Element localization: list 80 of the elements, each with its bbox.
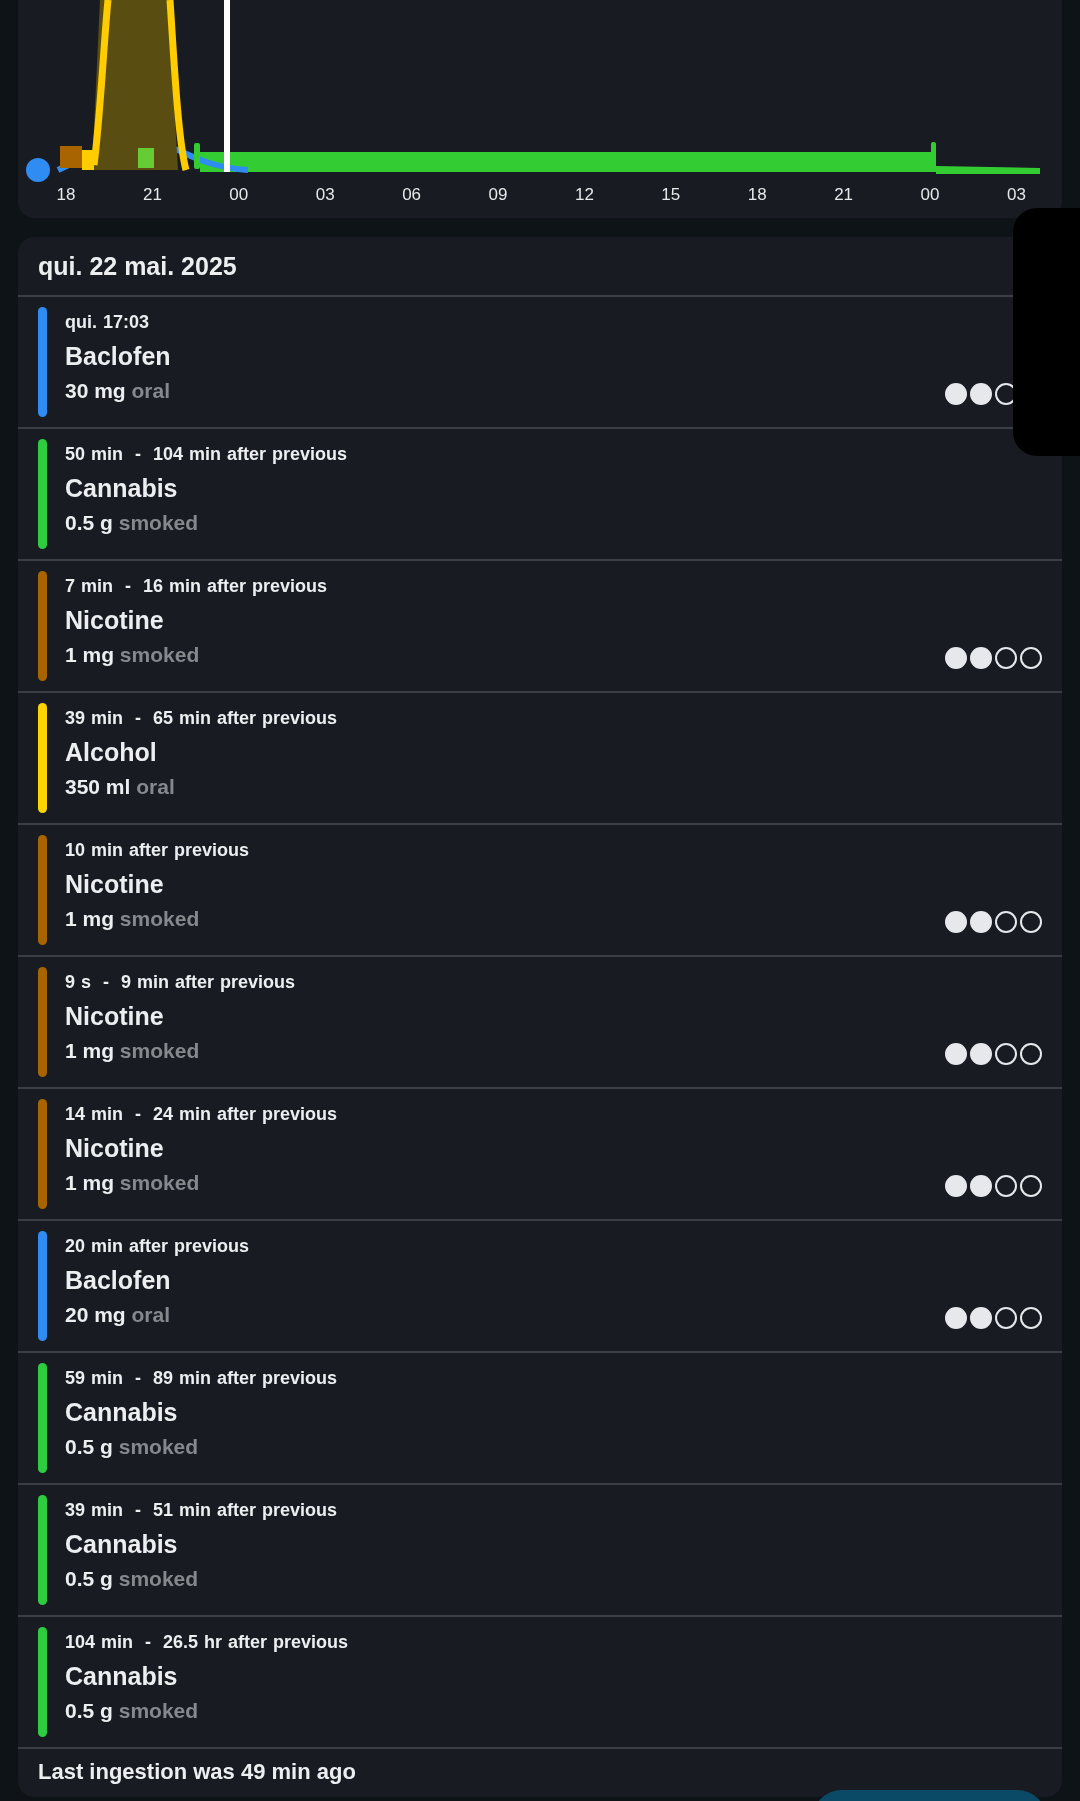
axis-label: 03 — [315, 185, 335, 204]
rating-dot — [970, 647, 992, 669]
route: oral — [131, 379, 171, 402]
route: smoked — [118, 511, 199, 534]
substance-name: Nicotine — [65, 1133, 165, 1164]
rating-dot — [970, 911, 992, 933]
ingestion-time: 9 s - 9 min after previous — [65, 971, 297, 994]
dose: 1 mg — [65, 643, 114, 666]
substance-name: Alcohol — [65, 737, 158, 768]
route: smoked — [119, 1171, 200, 1194]
route: smoked — [119, 1039, 200, 1062]
day-header: qui. 22 mai. 2025 — [37, 251, 238, 282]
route: smoked — [118, 1699, 199, 1722]
dose: 0.5 g — [65, 1567, 113, 1590]
rating-dot — [995, 1175, 1017, 1197]
rating-dot — [1020, 911, 1042, 933]
axis-label: 21 — [834, 185, 854, 204]
axis-label: 09 — [488, 185, 508, 204]
rating-dot — [970, 1043, 992, 1065]
ingestion-time: 14 min - 24 min after previous — [65, 1103, 339, 1126]
rating-dot — [1020, 1175, 1042, 1197]
substance-name: Baclofen — [65, 341, 172, 372]
rating-dot — [970, 1307, 992, 1329]
axis-label: 06 — [402, 185, 422, 204]
dose: 1 mg — [65, 1039, 114, 1062]
axis-label: 12 — [574, 185, 594, 204]
dose: 20 mg — [65, 1303, 126, 1326]
route: smoked — [118, 1435, 199, 1458]
rating-dot — [995, 1043, 1017, 1065]
dose: 30 mg — [65, 379, 126, 402]
dose: 350 ml — [65, 775, 131, 798]
rating-dot — [970, 383, 992, 405]
route: oral — [136, 775, 175, 798]
dose: 0.5 g — [65, 1699, 113, 1722]
rating-dot — [945, 1175, 967, 1197]
axis-label: 18 — [56, 185, 76, 204]
ingestion-time: 39 min - 65 min after previous — [65, 707, 339, 730]
rating-dot — [945, 911, 967, 933]
substance-name: Nicotine — [65, 1001, 165, 1032]
rating-dot — [1020, 647, 1042, 669]
rating-dot — [1020, 1043, 1042, 1065]
route: oral — [131, 1303, 171, 1326]
ingestion-time: 39 min - 51 min after previous — [65, 1499, 339, 1522]
rating-dot — [970, 1175, 992, 1197]
ingestion-time: 20 min after previous — [65, 1235, 251, 1258]
route: smoked — [119, 907, 200, 930]
rating-dot — [945, 1043, 967, 1065]
rating-dot — [945, 383, 967, 405]
axis-label: 15 — [661, 185, 681, 204]
rating-dot — [995, 911, 1017, 933]
dose: 0.5 g — [65, 1435, 113, 1458]
axis-label: 00 — [920, 185, 940, 204]
axis-label: 21 — [142, 185, 162, 204]
ingestion-time: 104 min - 26.5 hr after previous — [65, 1631, 350, 1654]
ingestion-time: 10 min after previous — [65, 839, 251, 862]
rating-dot — [945, 647, 967, 669]
substance-name: Cannabis — [65, 1529, 179, 1560]
dose: 1 mg — [65, 907, 114, 930]
dose: 1 mg — [65, 1171, 114, 1194]
substance-name: Nicotine — [65, 605, 165, 636]
ingestion-time: 7 min - 16 min after previous — [65, 575, 329, 598]
substance-name: Nicotine — [65, 869, 165, 900]
axis-label: 03 — [1006, 185, 1026, 204]
substance-name: Cannabis — [65, 473, 179, 504]
substance-name: Baclofen — [65, 1265, 172, 1296]
dose: 0.5 g — [65, 511, 113, 534]
rating-dot — [945, 1307, 967, 1329]
ingestion-time: 50 min - 104 min after previous — [65, 443, 349, 466]
substance-name: Cannabis — [65, 1397, 179, 1428]
axis-label: 00 — [229, 185, 249, 204]
axis-label: 18 — [747, 185, 767, 204]
route: smoked — [119, 643, 200, 666]
ingestion-time: 59 min - 89 min after previous — [65, 1367, 339, 1390]
rating-dot — [1020, 1307, 1042, 1329]
ingestion-time: qui. 17:03 — [65, 311, 151, 334]
rating-dot — [995, 647, 1017, 669]
rating-dot — [995, 1307, 1017, 1329]
route: smoked — [118, 1567, 199, 1590]
substance-name: Cannabis — [65, 1661, 179, 1692]
edge-panel-handle[interactable] — [1013, 208, 1080, 456]
